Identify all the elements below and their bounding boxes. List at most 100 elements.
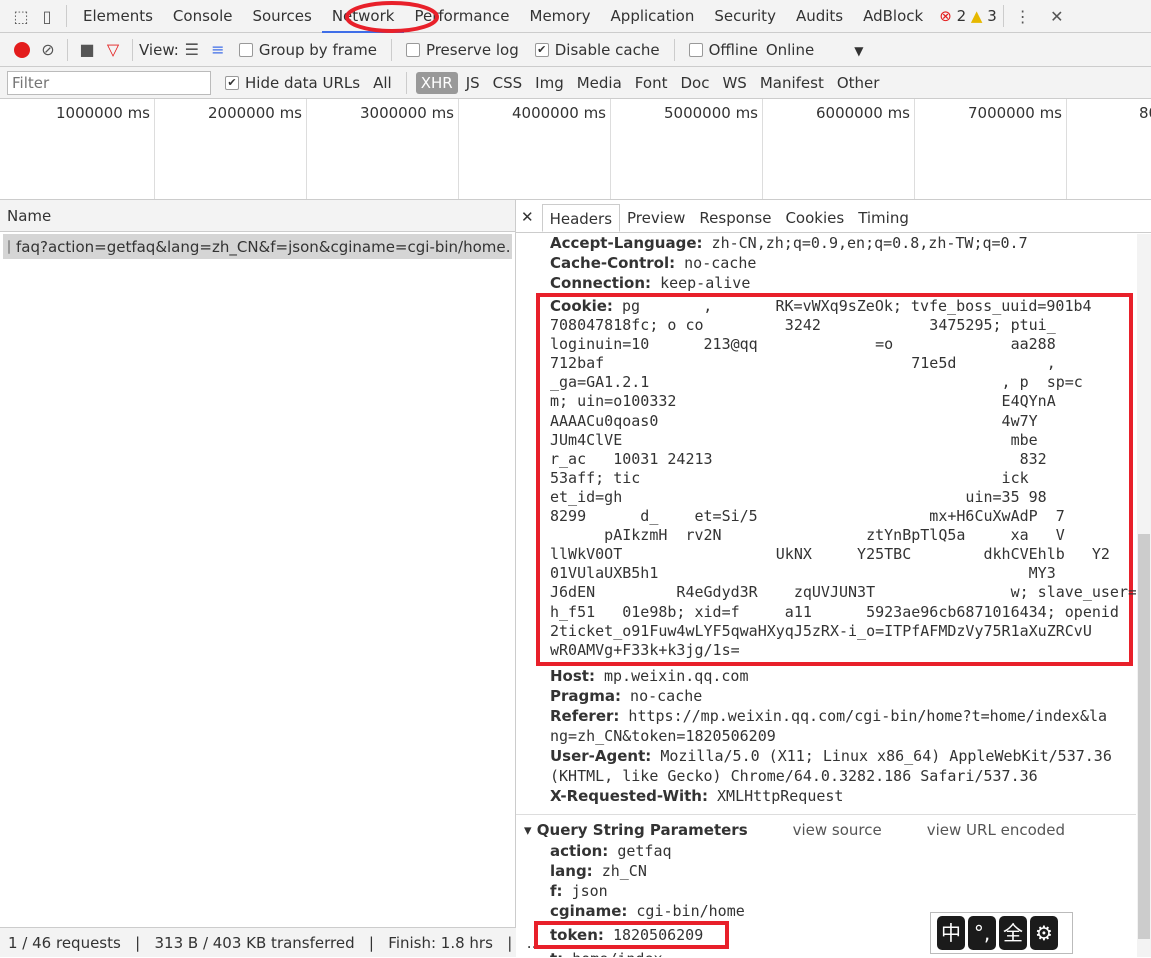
disable-cache-checkbox[interactable]: ✔ Disable cache: [534, 41, 660, 59]
filter-type-xhr[interactable]: XHR: [415, 71, 458, 94]
warning-icon: ▲: [970, 7, 983, 25]
cookie-value: J6dEN R4eGdyd3R zqUVJUN3T w; slave_user=…: [550, 583, 1136, 602]
header-name: Pragma:: [550, 686, 622, 705]
close-detail-icon[interactable]: ✕: [516, 208, 542, 232]
header-row: User-Agent: Mozilla/5.0 (X11; Linux x86_…: [516, 746, 1136, 786]
scrollbar-thumb[interactable]: [1138, 534, 1150, 939]
timeline-overview[interactable]: 1000000 ms 2000000 ms 3000000 ms 4000000 ms…: [0, 99, 1151, 200]
timeline-tick-label: 5000000 ms: [611, 99, 763, 199]
hide-data-urls-checkbox[interactable]: ✔ Hide data URLs: [225, 74, 360, 92]
cookie-value: 53aff; tic ick: [550, 468, 1029, 487]
cookie-value: h_f51 01e98b; xid=f a11 5923ae96cb687101…: [550, 602, 1119, 621]
close-icon[interactable]: ✕: [1044, 3, 1070, 29]
waterfall-icon[interactable]: ≡: [205, 37, 231, 63]
cookie-value: _ga=GA1.2.1 , p sp=c: [550, 373, 1083, 392]
tab-sources[interactable]: Sources: [242, 0, 321, 33]
timeline-tick-label: 7000000 ms: [915, 99, 1067, 199]
filter-type-doc[interactable]: Doc: [675, 72, 714, 94]
device-toolbar-icon[interactable]: ▯: [34, 3, 60, 29]
ime-key[interactable]: 中: [937, 916, 965, 950]
header-value: 1820506209: [612, 925, 704, 944]
filter-type-css[interactable]: CSS: [488, 72, 528, 94]
ime-key[interactable]: 全: [999, 916, 1027, 950]
cookie-value: AAAACu0qoas0 4w7Y: [550, 411, 1038, 430]
filter-type-img[interactable]: Img: [530, 72, 569, 94]
header-name: action:: [550, 841, 609, 860]
ime-toolbar: 中 °, 全 ⚙: [930, 912, 1073, 954]
cookie-line: 01VUlaUXB5h1 MY3: [550, 564, 1129, 583]
filter-input[interactable]: [7, 70, 211, 95]
header-value: zh_CN: [601, 861, 647, 880]
cookie-line: AAAACu0qoas0 4w7Y: [550, 412, 1129, 431]
cookie-value: pg , RK=vWXq9sZeOk; tvfe_boss_uuid=901b4: [612, 297, 1092, 315]
tab-memory[interactable]: Memory: [520, 0, 601, 33]
throttling-select[interactable]: Online ▼: [766, 41, 864, 59]
filter-type-manifest[interactable]: Manifest: [755, 72, 829, 94]
collapse-triangle-icon: ▾: [524, 820, 532, 839]
header-value: zh-CN,zh;q=0.9,en;q=0.8,zh-TW;q=0.7: [711, 234, 1028, 252]
divider: [1002, 5, 1004, 27]
filter-type-js[interactable]: JS: [461, 72, 485, 94]
query-string-section[interactable]: ▾ Query String Parameters view source view…: [516, 813, 1136, 841]
filter-type-media[interactable]: Media: [572, 72, 627, 94]
request-row[interactable]: faq?action=getfaq&lang=zh_CN&f=json&cgin…: [3, 234, 512, 259]
header-name: Connection:: [550, 274, 652, 292]
cookie-line: h_f51 01e98b; xid=f a11 5923ae96cb687101…: [550, 603, 1129, 622]
offline-checkbox[interactable]: Offline: [688, 41, 758, 59]
record-button[interactable]: [9, 37, 35, 63]
filter-type-all[interactable]: All: [368, 72, 397, 94]
cookie-line: et_id=gh uin=35 98: [550, 488, 1129, 507]
header-name: Host:: [550, 666, 595, 685]
tab-audits[interactable]: Audits: [786, 0, 853, 33]
header-value: XMLHttpRequest: [717, 786, 844, 805]
timeline-tick-label: 6000000 ms: [763, 99, 915, 199]
header-name: cginame:: [550, 901, 628, 920]
header-name: token:: [550, 925, 604, 944]
capture-screenshots-icon[interactable]: ■: [74, 37, 100, 63]
detail-tab-preview[interactable]: Preview: [620, 204, 692, 232]
detail-tab-cookies[interactable]: Cookies: [778, 204, 851, 232]
detail-tabs: ✕ Headers Preview Response Cookies Timing: [516, 200, 1151, 233]
filter-type-other[interactable]: Other: [832, 72, 885, 94]
group-by-frame-checkbox[interactable]: Group by frame: [238, 41, 377, 59]
tab-console[interactable]: Console: [163, 0, 243, 33]
header-name: lang:: [550, 861, 593, 880]
tab-adblock[interactable]: AdBlock: [853, 0, 933, 33]
ime-key[interactable]: ⚙: [1030, 916, 1058, 950]
error-count[interactable]: ⊗ 2 ▲ 3: [939, 7, 997, 25]
timeline-tick-label: 800: [1139, 104, 1151, 122]
header-row: Referer: https://mp.weixin.qq.com/cgi-bi…: [516, 706, 1136, 746]
preserve-log-checkbox[interactable]: Preserve log: [405, 41, 519, 59]
tab-elements[interactable]: Elements: [73, 0, 163, 33]
cookie-line: r_ac 10031 24213 832: [550, 450, 1129, 469]
view-source-link[interactable]: view source: [793, 821, 882, 839]
status-bar: 1 / 46 requests | 313 B / 403 KB transfe…: [0, 927, 542, 957]
devtools-tab-bar: ⬚ ▯ Elements Console Sources Network Perform…: [0, 0, 1151, 33]
tab-application[interactable]: Application: [601, 0, 705, 33]
detail-tab-timing[interactable]: Timing: [851, 204, 916, 232]
filter-icon[interactable]: ▽: [100, 37, 126, 63]
header-name: Referer:: [550, 706, 620, 725]
name-column-header[interactable]: Name: [0, 200, 515, 232]
header-value: no-cache: [630, 686, 703, 705]
divider: [673, 38, 675, 61]
large-rows-icon[interactable]: ☰: [179, 37, 205, 63]
ime-key[interactable]: °,: [968, 916, 996, 950]
filter-type-font[interactable]: Font: [630, 72, 673, 94]
divider: [132, 38, 133, 61]
filter-type-ws[interactable]: WS: [717, 72, 751, 94]
tab-security[interactable]: Security: [704, 0, 786, 33]
cookie-line: pAIkzmH rv2N ztYnBpTlQ5a xa V: [550, 526, 1129, 545]
cookie-value: 2ticket_o91Fuw4wLYF5qwaHXyqJ5zRX-i_o=ITP…: [550, 621, 1092, 640]
more-options-icon[interactable]: ⋮: [1010, 3, 1036, 29]
cookie-value: wR0AMVg+F33k+k3jg/1s=: [550, 640, 740, 659]
scrollbar[interactable]: [1137, 234, 1151, 957]
detail-tab-headers[interactable]: Headers: [541, 204, 621, 232]
inspect-element-icon[interactable]: ⬚: [8, 3, 34, 29]
cookie-line: 712baf 71e5d ,: [550, 354, 1129, 373]
detail-tab-response[interactable]: Response: [692, 204, 778, 232]
header-value: mp.weixin.qq.com: [604, 666, 749, 685]
cookie-line: m; uin=o100332 E4QYnA: [550, 392, 1129, 411]
clear-icon[interactable]: ⊘: [35, 37, 61, 63]
view-url-encoded-link[interactable]: view URL encoded: [927, 821, 1065, 839]
